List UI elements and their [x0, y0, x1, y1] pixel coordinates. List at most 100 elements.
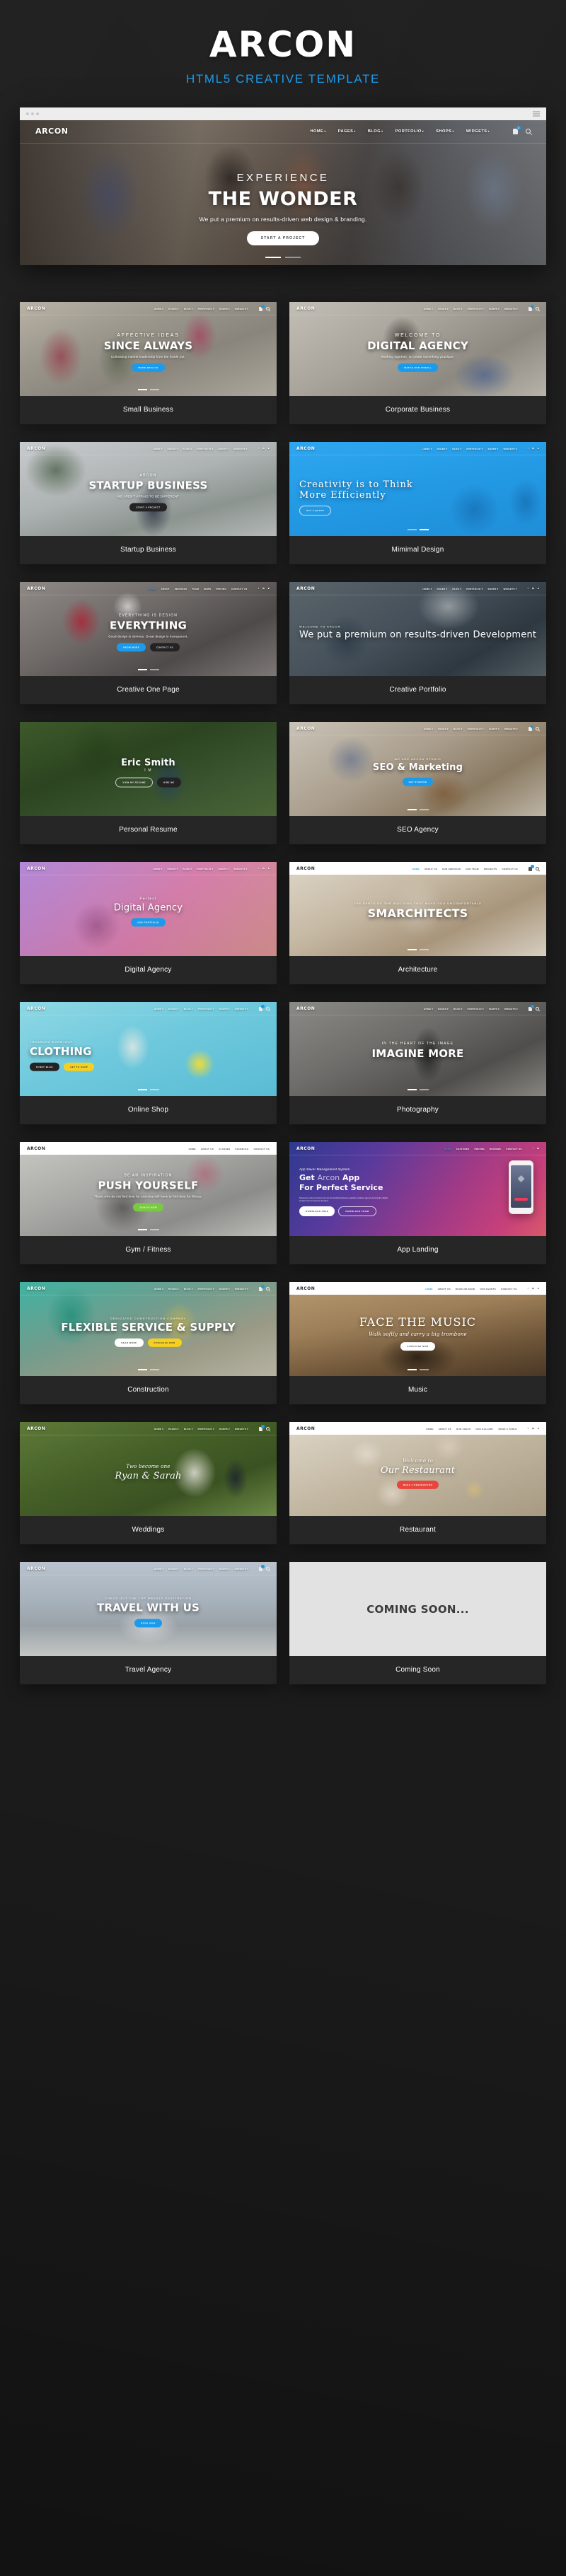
instagram-icon[interactable]: ■ — [538, 1287, 539, 1290]
demo-thumbnail[interactable]: ARCON HOME ABOUT US BOOK OR BAND OUR EVE… — [289, 1282, 546, 1376]
demo-card-photography[interactable]: ARCON HOME ▾ PAGES ▾ BLOG ▾ PORTFOLIO ▾ … — [289, 1002, 546, 1124]
demo-card-creative-one-page[interactable]: ARCON HOME ABOUT SERVICES TEAM NEWS PRIC… — [20, 582, 277, 704]
demo-card-app-landing[interactable]: ARCON HOME FEATURES PRICING REVIEWS CONT… — [289, 1142, 546, 1264]
demo-menu-item[interactable]: CONTACT US — [502, 868, 518, 870]
demo-cta-button[interactable]: GET A QUOTE — [299, 505, 332, 515]
demo-card-music[interactable]: ARCON HOME ABOUT US BOOK OR BAND OUR EVE… — [289, 1282, 546, 1404]
instagram-icon[interactable]: ■ — [268, 447, 270, 450]
demo-menu-item[interactable]: SHOPS ▾ — [219, 1288, 230, 1290]
demo-cta-button[interactable]: READ MORE — [115, 1338, 144, 1347]
hero-menu-item-pages[interactable]: PAGES▾ — [338, 129, 356, 134]
demo-menu-item[interactable]: BLOG ▾ — [452, 448, 461, 450]
hero-menu-item-shops[interactable]: SHOPS▾ — [436, 129, 454, 134]
hero-menu-item-portfolio[interactable]: PORTFOLIO▾ — [395, 129, 424, 134]
shopping-bag-icon[interactable] — [529, 1005, 534, 1011]
demo-menu-item[interactable]: PAGES ▾ — [168, 448, 178, 450]
search-icon[interactable] — [536, 1007, 539, 1010]
demo-menu-item[interactable]: PORTFOLIO ▾ — [197, 868, 213, 870]
demo-menu-item[interactable]: PRICING — [474, 1148, 485, 1150]
demo-menu-item[interactable]: WIDGETS ▾ — [504, 1008, 518, 1010]
instagram-icon[interactable]: ■ — [268, 867, 270, 870]
demo-menu-item[interactable]: TEAM — [192, 588, 199, 590]
twitter-icon[interactable]: 𝐦 — [532, 587, 534, 590]
hamburger-icon[interactable] — [533, 111, 540, 117]
demo-menu-item[interactable]: WIDGETS ▾ — [233, 868, 247, 870]
demo-menu-item[interactable]: PORTFOLIO ▾ — [198, 1288, 214, 1290]
demo-cta-button[interactable]: BOOK NOW — [134, 1619, 162, 1628]
demo-menu-item[interactable]: SHOPS ▾ — [218, 868, 229, 870]
facebook-icon[interactable]: f — [528, 587, 529, 590]
search-icon[interactable] — [266, 1007, 270, 1010]
demo-menu-item[interactable]: WIDGETS ▾ — [235, 1008, 248, 1010]
search-icon[interactable] — [266, 1427, 270, 1430]
demo-menu-item[interactable]: SHOPS ▾ — [487, 448, 498, 450]
demo-menu-item[interactable]: PORTFOLIO ▾ — [468, 728, 484, 730]
demo-thumbnail[interactable]: ARCON HOME ▾ PAGES ▾ BLOG ▾ PORTFOLIO ▾ … — [289, 582, 546, 676]
demo-thumbnail[interactable]: ARCON HOME ▾ PAGES ▾ BLOG ▾ PORTFOLIO ▾ … — [20, 862, 277, 956]
demo-menu-item[interactable]: WIDGETS ▾ — [235, 1288, 248, 1290]
demo-thumbnail[interactable]: ARCON HOME ABOUT US CLASSES SCHEDULE CON… — [20, 1142, 277, 1236]
shopping-bag-icon[interactable] — [529, 305, 534, 311]
demo-card-corporate-business[interactable]: ARCON HOME ▾ PAGES ▾ BLOG ▾ PORTFOLIO ▾ … — [289, 302, 546, 424]
demo-menu-item[interactable]: BLOG ▾ — [184, 1428, 193, 1430]
demo-thumbnail[interactable]: ARCON HOME ABOUT US OUR CHEFS OUR GALLER… — [289, 1422, 546, 1516]
demo-menu-item[interactable]: PAGES ▾ — [168, 868, 178, 870]
hero-slider-dot-2[interactable] — [285, 257, 301, 258]
twitter-icon[interactable]: 𝐦 — [532, 1287, 534, 1290]
demo-cta-button[interactable]: JOIN US NOW — [133, 1202, 163, 1211]
demo-menu-item[interactable]: PAGES ▾ — [168, 1288, 179, 1290]
demo-card-travel-agency[interactable]: ARCON HOME ▾ PAGES ▾ BLOG ▾ PORTFOLIO ▾ … — [20, 1562, 277, 1684]
twitter-icon[interactable]: 𝐦 — [532, 1427, 534, 1430]
demo-cta-button[interactable]: START A PROJECT — [129, 502, 167, 511]
demo-menu-item[interactable]: PAGES ▾ — [438, 308, 449, 310]
instagram-icon[interactable]: ■ — [268, 587, 270, 590]
demo-card-mimimal-design[interactable]: ARCON HOME ▾ PAGES ▾ BLOG ▾ PORTFOLIO ▾ … — [289, 442, 546, 564]
demo-thumbnail[interactable]: ARCON HOME ▾ PAGES ▾ BLOG ▾ PORTFOLIO ▾ … — [20, 1562, 277, 1656]
hero-menu-item-home[interactable]: HOME▾ — [310, 129, 325, 134]
demo-menu-item[interactable]: ABOUT US — [438, 1288, 451, 1290]
demo-menu-item[interactable]: BLOG ▾ — [183, 868, 192, 870]
demo-menu-item[interactable]: HOME ▾ — [422, 448, 432, 450]
demo-menu-item[interactable]: PORTFOLIO ▾ — [198, 1008, 214, 1010]
demo-menu-item[interactable]: PAGES ▾ — [438, 1008, 449, 1010]
demo-slider-dots[interactable] — [289, 1369, 546, 1370]
demo-cta-button[interactable]: MAKE A RESERVATION — [396, 1480, 439, 1489]
demo-menu-item[interactable]: PORTFOLIO ▾ — [466, 588, 483, 590]
facebook-icon[interactable]: f — [528, 447, 529, 450]
search-icon[interactable] — [526, 129, 531, 134]
demo-menu-item[interactable]: HOME ▾ — [154, 1428, 163, 1430]
demo-menu-item[interactable]: SHOPS ▾ — [219, 308, 230, 310]
demo-menu-item[interactable]: OUR SERVICES — [442, 868, 461, 870]
demo-menu-item[interactable]: HOME ▾ — [424, 728, 433, 730]
search-icon[interactable] — [266, 1567, 270, 1570]
demo-menu-item[interactable]: PAGES ▾ — [438, 728, 449, 730]
demo-menu-item[interactable]: BLOG ▾ — [184, 1008, 193, 1010]
demo-menu-item[interactable]: HOME ▾ — [154, 1568, 163, 1570]
demo-thumbnail[interactable]: ARCON HOME ▾ PAGES ▾ BLOG ▾ PORTFOLIO ▾ … — [20, 1002, 277, 1096]
facebook-icon[interactable]: f — [528, 1287, 529, 1290]
demo-card-personal-resume[interactable]: Eric Smith I M VIEW MY RESUME HIRE ME Pe… — [20, 722, 277, 844]
demo-slider-dots[interactable] — [20, 1229, 277, 1230]
demo-card-coming-soon[interactable]: COMING SOON... Coming Soon — [289, 1562, 546, 1684]
search-icon[interactable] — [536, 727, 539, 730]
demo-menu-item[interactable]: HOME — [189, 1148, 196, 1150]
demo-menu-item[interactable]: BOOK A TABLE — [498, 1428, 516, 1430]
demo-slider-dots[interactable] — [20, 389, 277, 390]
shopping-bag-icon[interactable] — [259, 305, 265, 311]
demo-menu-item[interactable]: SCHEDULE — [235, 1148, 248, 1150]
hero-slider-dot-1[interactable] — [265, 257, 281, 258]
demo-thumbnail[interactable]: Eric Smith I M VIEW MY RESUME HIRE ME — [20, 722, 277, 816]
shopping-bag-icon[interactable]: 3 — [513, 125, 521, 134]
demo-menu-item[interactable]: SHOPS ▾ — [218, 448, 229, 450]
demo-menu-item[interactable]: WIDGETS ▾ — [504, 728, 518, 730]
demo-menu-item[interactable]: HOME ▾ — [424, 1008, 433, 1010]
shopping-bag-icon[interactable] — [259, 1425, 265, 1431]
demo-menu-item[interactable]: PORTFOLIO ▾ — [197, 448, 213, 450]
demo-menu-item[interactable]: PORTFOLIO ▾ — [198, 308, 214, 310]
facebook-icon[interactable]: f — [258, 447, 259, 450]
demo-menu-item[interactable]: PORTFOLIO ▾ — [466, 448, 483, 450]
demo-menu-item[interactable]: ABOUT US — [424, 868, 437, 870]
demo-menu-item[interactable]: BLOG ▾ — [183, 448, 192, 450]
demo-menu-item[interactable]: HOME — [444, 1148, 451, 1150]
demo-menu-item[interactable]: CONTACT US — [231, 588, 248, 590]
